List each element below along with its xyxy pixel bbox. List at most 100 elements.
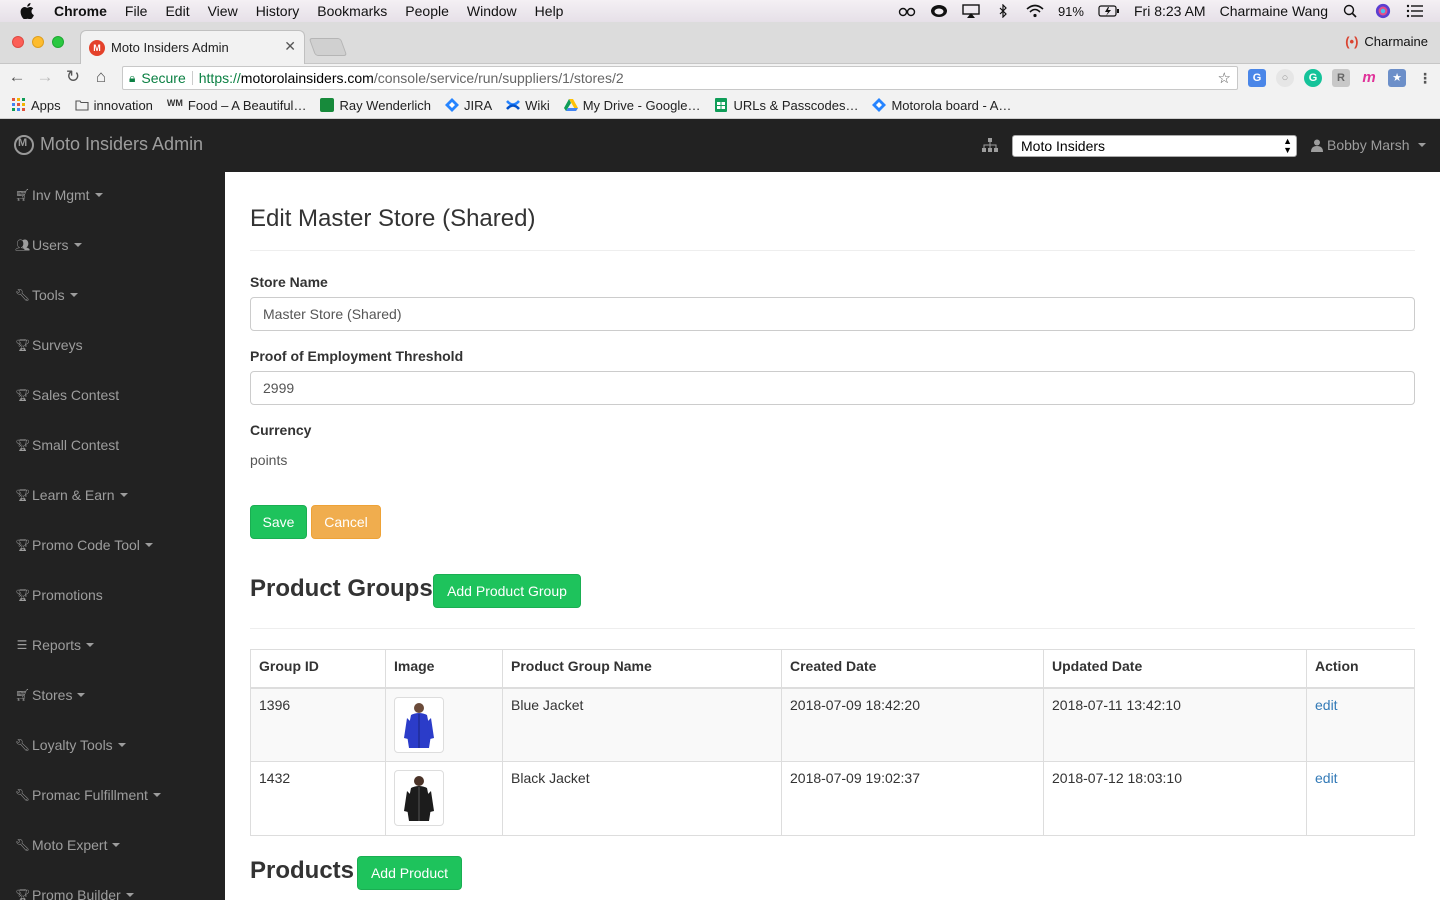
edit-link[interactable]: edit (1315, 697, 1338, 713)
address-bar[interactable]: 🔒︎ Secure https:// motorolainsiders.com … (122, 66, 1238, 90)
sidebar-item-reports[interactable]: ☰ Reports (15, 635, 95, 655)
menu-people[interactable]: People (405, 3, 449, 19)
sidebar-item-promac-fulfillment[interactable]: 🔧︎ Promac Fulfillment (15, 785, 161, 805)
action-cell: edit (1306, 687, 1415, 762)
chrome-menu-icon[interactable]: ⋮ (1416, 69, 1434, 87)
menu-app-chrome[interactable]: Chrome (54, 3, 107, 19)
notification-center-icon[interactable] (1406, 4, 1424, 18)
black-jacket-image[interactable] (394, 770, 444, 826)
m-extension-icon[interactable]: m (1360, 69, 1378, 87)
forward-icon[interactable]: → (34, 67, 56, 87)
spotlight-search-icon[interactable] (1342, 4, 1360, 18)
sidebar-item-sales-contest[interactable]: 🏆︎ Sales Contest (15, 385, 119, 405)
chevron-down-icon (94, 193, 103, 197)
battery-charging-icon[interactable] (1098, 4, 1120, 18)
wifi-icon[interactable] (1026, 4, 1044, 18)
food-site-icon: WM (166, 98, 183, 108)
back-icon[interactable]: ← (6, 67, 28, 87)
home-icon[interactable]: ⌂ (90, 67, 112, 87)
cart-icon: 🛒︎ (15, 188, 31, 202)
siri-icon[interactable] (1374, 3, 1392, 19)
bookmark-motorola-board[interactable]: Motorola board - A… (872, 98, 1011, 113)
bluetooth-icon[interactable] (994, 4, 1012, 18)
column-header[interactable]: Updated Date (1043, 649, 1307, 689)
bookmark-my-drive[interactable]: My Drive - Google… (563, 98, 700, 113)
trophy-icon: 🏆︎ (15, 888, 31, 900)
store-name-input[interactable] (250, 297, 1415, 331)
browser-tab-active[interactable]: M Moto Insiders Admin ✕ (80, 30, 305, 64)
menu-history[interactable]: History (256, 3, 300, 19)
created-date-cell: 2018-07-09 18:42:20 (781, 687, 1044, 762)
tab-close-icon[interactable]: ✕ (284, 38, 296, 55)
translate-extension-icon[interactable]: G (1248, 69, 1266, 87)
airplay-icon[interactable] (962, 4, 980, 18)
close-window-button[interactable] (12, 36, 24, 48)
save-button[interactable]: Save (250, 505, 307, 539)
bookmark-food[interactable]: WM Food – A Beautiful… (167, 98, 307, 113)
user-menu[interactable]: Bobby Marsh (1311, 137, 1427, 153)
store-select[interactable]: Moto Insiders ▲ ▼ (1012, 135, 1297, 157)
sidebar-item-learn-earn[interactable]: 🏆︎ Learn & Earn (15, 485, 128, 505)
app-navbar: Moto Insiders Admin Moto Insiders ▲▼ Bob… (0, 119, 1440, 172)
grammarly-extension-icon[interactable]: G (1304, 69, 1322, 87)
add-product-group-button[interactable]: Add Product Group (433, 574, 581, 608)
minimize-window-button[interactable] (32, 36, 44, 48)
sidebar-item-promo-code-tool[interactable]: 🏆︎ Promo Code Tool (15, 535, 153, 555)
blue-jacket-image[interactable] (394, 696, 444, 753)
column-header[interactable]: Created Date (781, 649, 1044, 689)
group-name-cell: Blue Jacket (502, 687, 782, 762)
menu-view[interactable]: View (208, 3, 238, 19)
menu-help[interactable]: Help (535, 3, 564, 19)
menu-file[interactable]: File (125, 3, 148, 19)
maximize-window-button[interactable] (52, 36, 64, 48)
sidebar-item-tools[interactable]: 🔧︎ Tools (15, 285, 78, 305)
sidebar-item-inv-mgmt[interactable]: 🛒︎ Inv Mgmt (15, 185, 103, 205)
bookmark-ray-wenderlich[interactable]: Ray Wenderlich (320, 98, 431, 113)
edit-link[interactable]: edit (1315, 770, 1338, 786)
sidebar-item-stores[interactable]: 🛒︎ Stores (15, 685, 86, 705)
sidebar-item-moto-expert[interactable]: 🔧︎ Moto Expert (15, 835, 121, 855)
bookmark-star-icon[interactable]: ☆ (1218, 69, 1231, 87)
sitemap-icon[interactable] (982, 138, 998, 152)
chevron-down-icon (144, 543, 153, 547)
circle-extension-icon[interactable]: ○ (1276, 69, 1294, 87)
new-tab-button[interactable] (308, 38, 348, 56)
bookmark-apps[interactable]: Apps (12, 98, 61, 113)
bookmark-innovation[interactable]: innovation (75, 98, 153, 113)
reload-icon[interactable]: ↻ (62, 67, 84, 87)
column-header[interactable]: Action (1306, 649, 1415, 689)
threshold-input[interactable] (250, 371, 1415, 405)
bookmark-urls-passcodes[interactable]: URLs & Passcodes… (714, 98, 858, 113)
store-select-value: Moto Insiders (1021, 138, 1106, 154)
bookmark-jira[interactable]: JIRA (444, 98, 492, 113)
bookmark-label: Wiki (525, 97, 550, 113)
sidebar-item-promo-builder[interactable]: 🏆︎ Promo Builder (15, 885, 134, 900)
sidebar-item-loyalty-tools[interactable]: 🔧︎ Loyalty Tools (15, 735, 126, 755)
cancel-button[interactable]: Cancel (311, 505, 381, 539)
menu-window[interactable]: Window (467, 3, 517, 19)
star-extension-icon[interactable]: ★ (1388, 69, 1406, 87)
bookmark-wiki[interactable]: Wiki (506, 98, 550, 113)
apple-icon[interactable] (20, 3, 34, 19)
profile-button[interactable]: (•) Charmaine (1345, 34, 1428, 49)
column-header[interactable]: Group ID (250, 649, 386, 689)
mac-user-name[interactable]: Charmaine Wang (1220, 3, 1328, 19)
sidebar-item-label: Loyalty Tools (32, 737, 113, 753)
menu-bookmarks[interactable]: Bookmarks (317, 3, 387, 19)
image-cell (385, 687, 503, 762)
chevron-down-icon (119, 493, 128, 497)
sidebar-item-small-contest[interactable]: 🏆︎ Small Contest (15, 435, 119, 455)
r-extension-icon[interactable]: R (1332, 69, 1350, 87)
sidebar-item-users[interactable]: 👥︎ Users (15, 235, 82, 255)
clock[interactable]: Fri 8:23 AM (1134, 3, 1206, 19)
menu-edit[interactable]: Edit (165, 3, 189, 19)
column-header[interactable]: Product Group Name (502, 649, 782, 689)
sidebar-item-promotions[interactable]: 🏆︎ Promotions (15, 585, 103, 605)
brand-link[interactable]: Moto Insiders Admin (14, 134, 203, 155)
sidebar-item-surveys[interactable]: 🏆︎ Surveys (15, 335, 83, 355)
currency-label: Currency (250, 422, 312, 438)
glasses-icon[interactable] (898, 4, 916, 18)
column-header[interactable]: Image (385, 649, 503, 689)
creative-cloud-icon[interactable] (930, 4, 948, 18)
add-product-button[interactable]: Add Product (357, 856, 462, 890)
